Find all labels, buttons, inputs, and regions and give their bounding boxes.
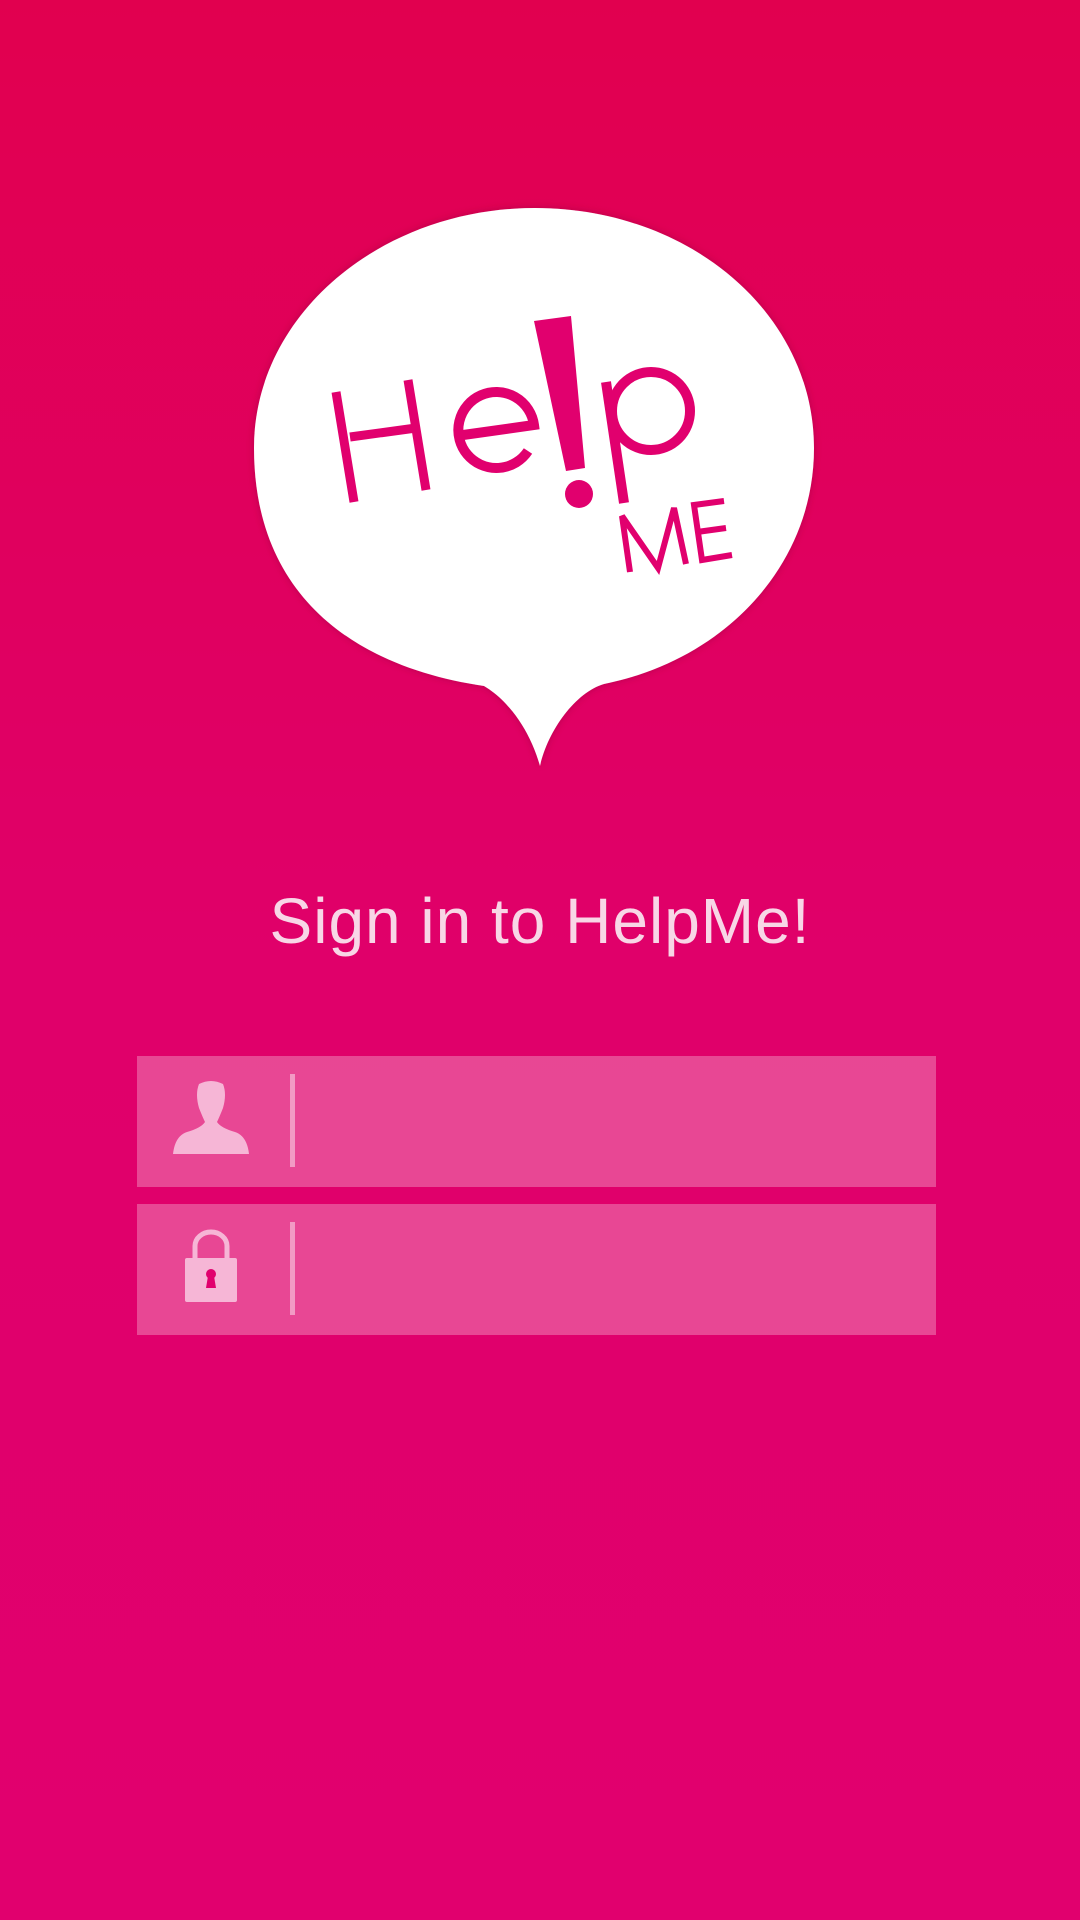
speech-bubble-logo [254, 208, 814, 766]
username-input[interactable] [312, 1056, 916, 1189]
padlock-icon [169, 1228, 253, 1312]
field-divider [290, 1074, 295, 1167]
sign-in-heading: Sign in to HelpMe! [269, 885, 811, 957]
password-field[interactable] [137, 1204, 936, 1337]
app-logo [0, 0, 1080, 800]
field-divider [290, 1222, 295, 1315]
password-input[interactable] [312, 1204, 916, 1337]
user-silhouette-icon [169, 1080, 253, 1164]
username-field[interactable] [137, 1056, 936, 1189]
speech-bubble-shape [254, 208, 814, 766]
